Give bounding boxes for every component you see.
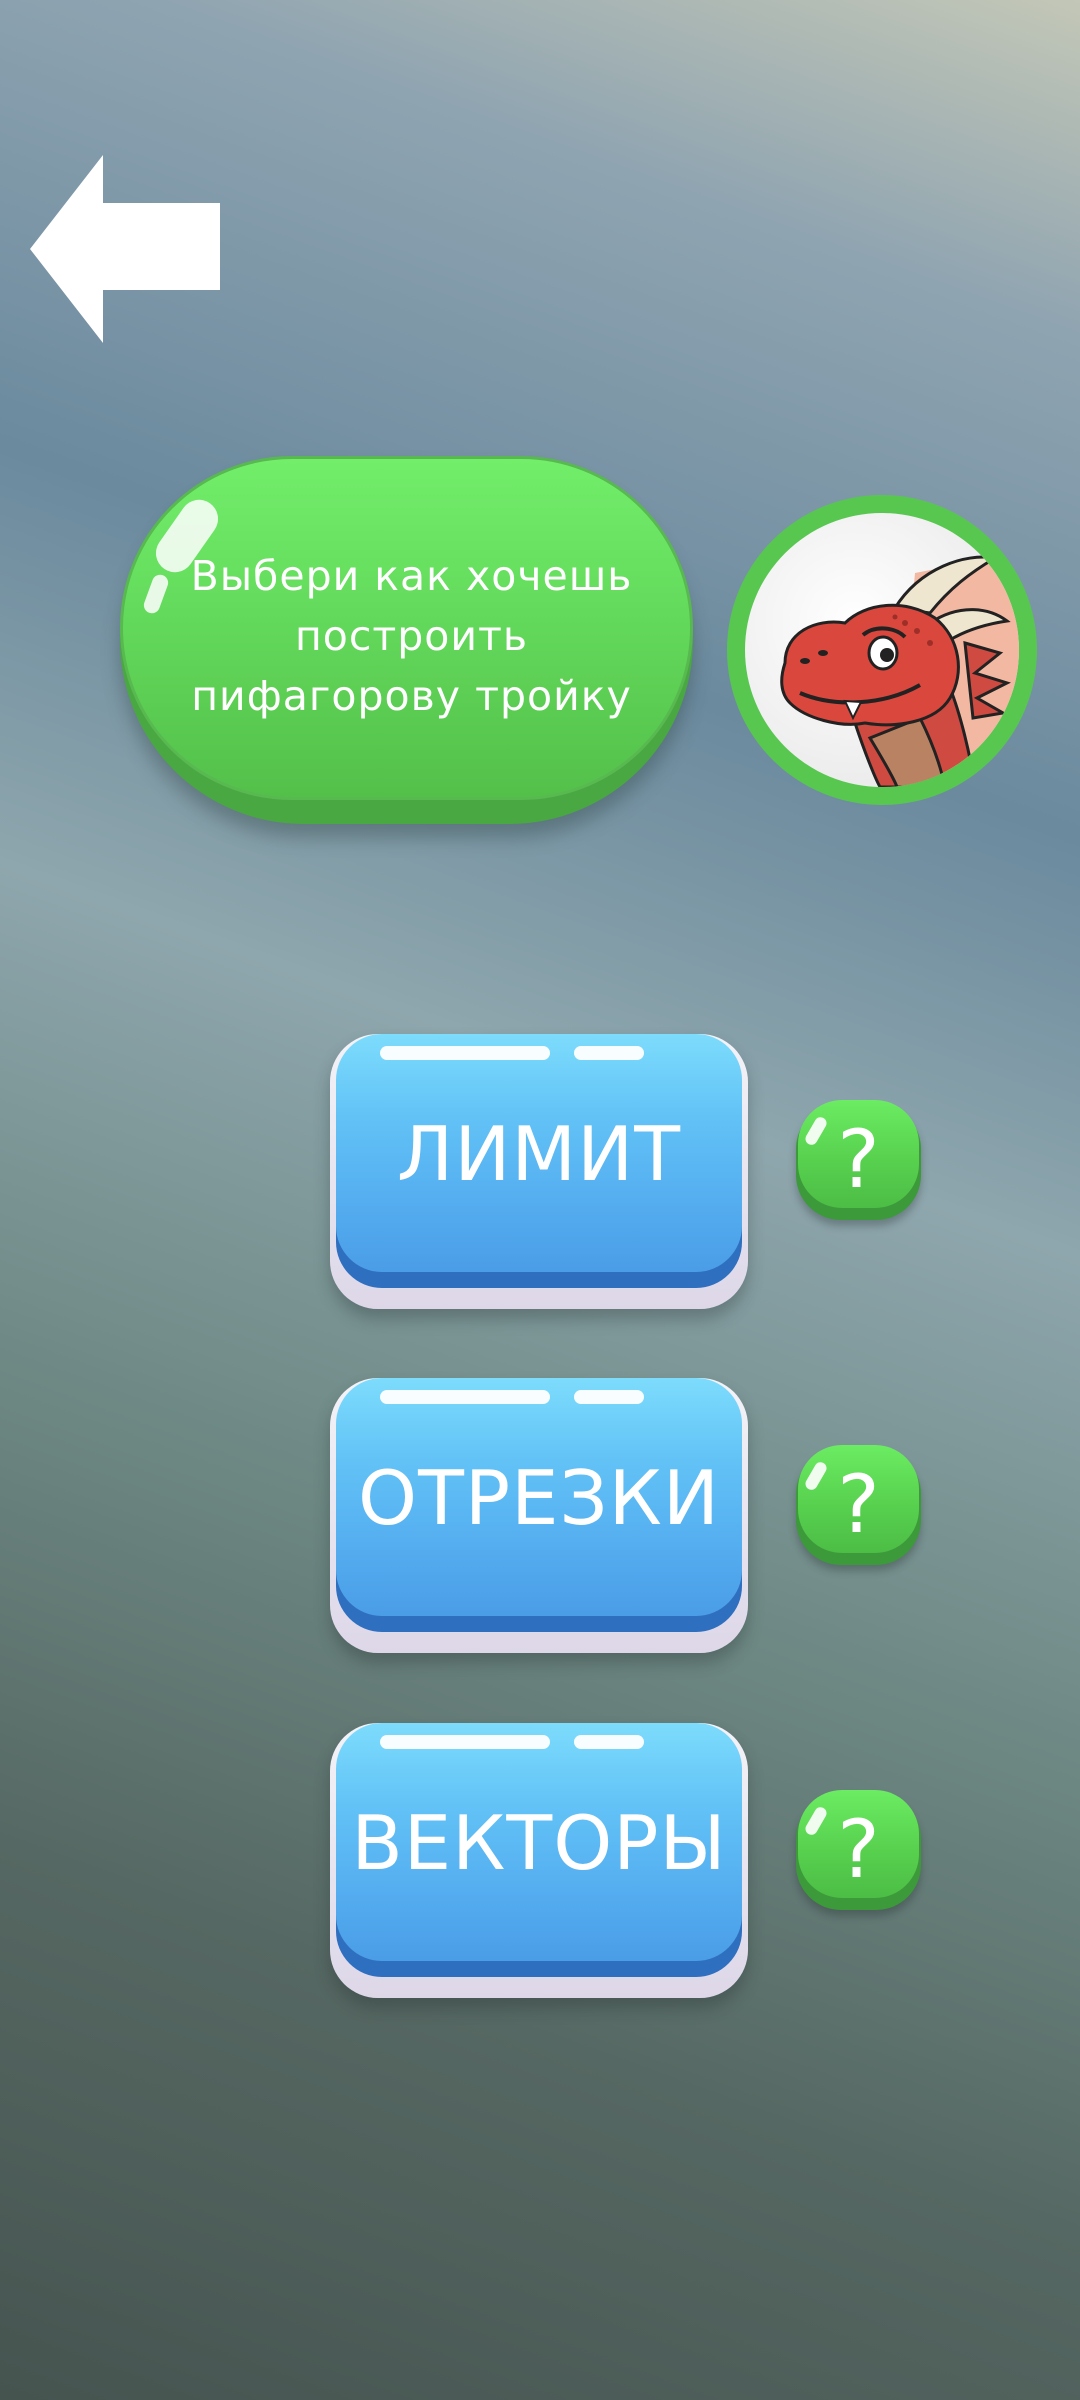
prompt-bubble: Выбери как хочешь построить пифагорову т… (120, 456, 693, 824)
question-mark-icon: ? (837, 1458, 880, 1551)
button-highlight (574, 1046, 644, 1060)
prompt-line: построить (294, 612, 529, 660)
limit-button[interactable]: ЛИМИТ (330, 1034, 748, 1309)
prompt-text: Выбери как хочешь построить пифагорову т… (160, 546, 663, 726)
button-highlight (380, 1046, 550, 1060)
limit-help-button[interactable]: ? (796, 1100, 921, 1220)
mascot-avatar (727, 495, 1037, 805)
question-mark-icon: ? (837, 1803, 880, 1896)
button-highlight (380, 1735, 550, 1749)
avatar-inner (745, 513, 1019, 787)
dragon-mascot-icon (780, 553, 1019, 787)
button-highlight (574, 1390, 644, 1404)
vectors-help-button[interactable]: ? (796, 1790, 921, 1910)
prompt-line: Выбери как хочешь (190, 552, 633, 600)
question-mark-icon: ? (837, 1113, 880, 1206)
vectors-button[interactable]: ВЕКТОРЫ (330, 1723, 748, 1998)
vectors-button-label: ВЕКТОРЫ (351, 1799, 727, 1887)
button-highlight (380, 1390, 550, 1404)
back-arrow-icon (30, 155, 220, 343)
segments-help-button[interactable]: ? (796, 1445, 921, 1565)
segments-button-label: ОТРЕЗКИ (358, 1454, 720, 1542)
limit-button-label: ЛИМИТ (396, 1110, 682, 1198)
back-button[interactable] (30, 155, 220, 345)
button-highlight (574, 1735, 644, 1749)
prompt-line: пифагорову тройку (191, 672, 632, 720)
segments-button[interactable]: ОТРЕЗКИ (330, 1378, 748, 1653)
